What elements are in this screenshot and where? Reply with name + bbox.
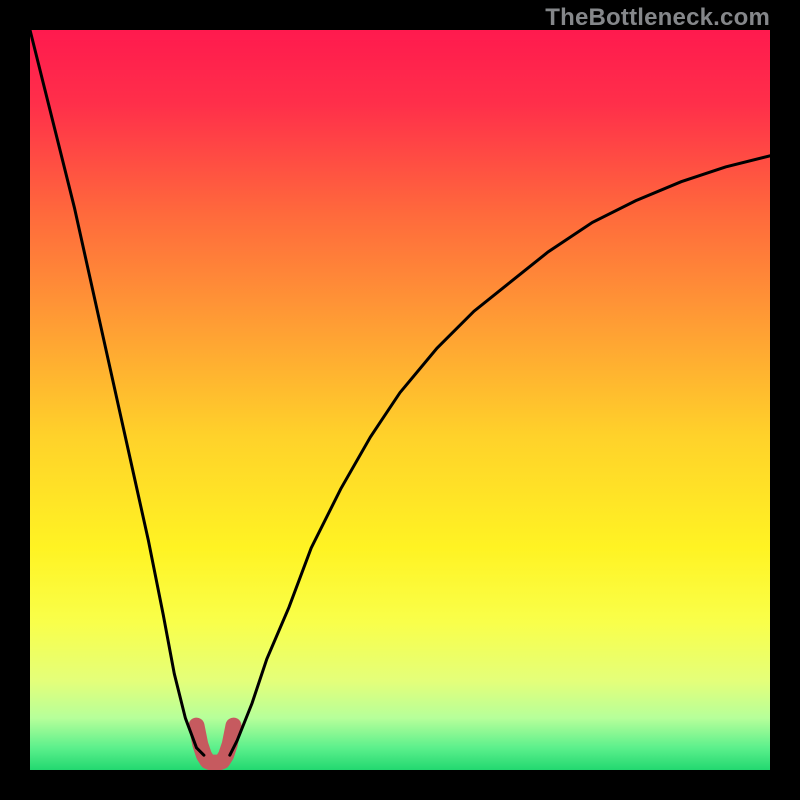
- gradient-background: [30, 30, 770, 770]
- watermark-text: TheBottleneck.com: [545, 4, 770, 32]
- bottleneck-chart: [30, 30, 770, 770]
- chart-frame: [30, 30, 770, 770]
